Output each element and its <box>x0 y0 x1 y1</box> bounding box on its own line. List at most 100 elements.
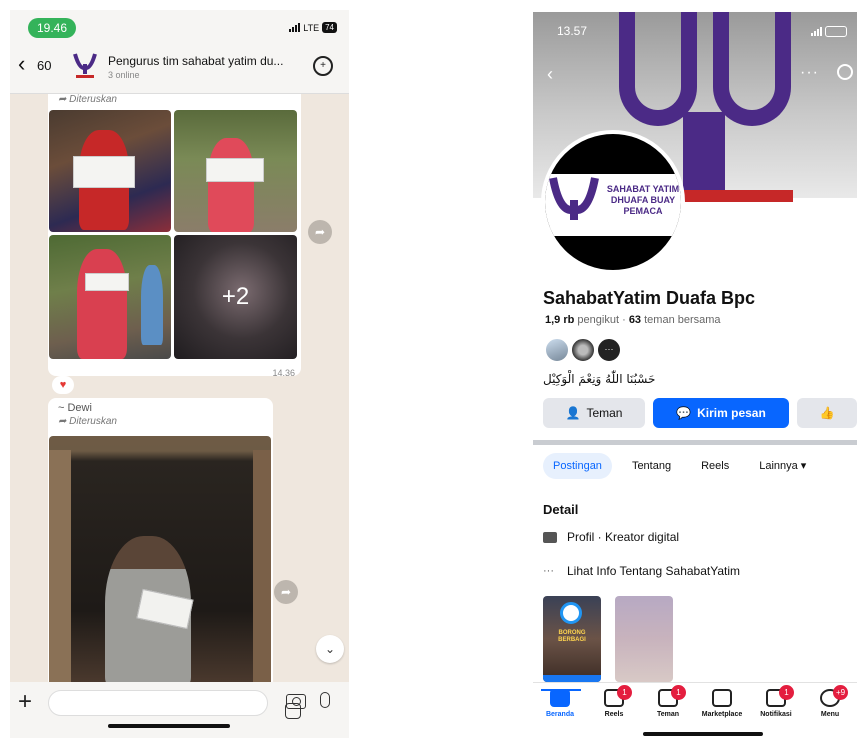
screenshot-canvas: 19.46 LTE 74 ‹ 60 Pengurus tim sahabat y… <box>0 0 857 740</box>
tab-posts[interactable]: Postingan <box>543 452 612 479</box>
profile-avatar[interactable]: SAHABAT YATIM DHUAFA BUAY PEMACA <box>541 130 685 274</box>
mutual-count: 63 <box>628 314 642 326</box>
tab-more[interactable]: Lainnya ▾ <box>749 452 816 479</box>
tab-about[interactable]: Tentang <box>622 453 681 479</box>
back-icon[interactable]: ‹ <box>547 64 553 85</box>
heart-reaction[interactable]: ♥ <box>52 376 74 394</box>
battery-icon: 74 <box>322 22 337 33</box>
back-unread-count[interactable]: 60 <box>37 58 51 73</box>
battery-icon <box>825 26 847 37</box>
status-time: 13.57 <box>557 24 588 38</box>
detail-info-text[interactable]: Lihat Info Tentang SahabatYatim <box>567 564 740 578</box>
notification-badge: 1 <box>779 685 794 700</box>
notification-badge: 1 <box>617 685 632 700</box>
chat-photo-2[interactable] <box>174 110 297 232</box>
group-subtitle: 3 online <box>108 70 140 80</box>
forward-icon[interactable]: ➦ <box>308 220 332 244</box>
followers-count: 1,9 rb <box>545 314 575 326</box>
more-options-icon[interactable]: ··· <box>800 64 819 82</box>
friend-button[interactable]: 👤 Teman <box>543 398 645 428</box>
home-indicator[interactable] <box>108 724 230 728</box>
message-bubble-photos[interactable]: ➦ Diteruskan +2 14.36 <box>48 94 301 378</box>
camera-icon[interactable] <box>286 694 306 709</box>
whatsapp-screen: 19.46 LTE 74 ‹ 60 Pengurus tim sahabat y… <box>10 10 349 738</box>
mutual-label: teman bersama <box>644 314 721 326</box>
friend-avatar[interactable] <box>545 338 569 362</box>
forwarded-label: ➦ Diteruskan <box>58 94 117 105</box>
group-title[interactable]: Pengurus tim sahabat yatim du... <box>108 54 296 68</box>
menu-avatar-icon: +9 <box>820 685 848 707</box>
microphone-icon[interactable] <box>320 692 330 708</box>
more-dots-icon: ··· <box>543 565 554 577</box>
thumbnail-logo <box>560 602 582 624</box>
nav-notifications-label: Notifikasi <box>760 711 792 718</box>
search-icon[interactable] <box>837 64 853 80</box>
nav-notifications[interactable]: 1 Notifikasi <box>749 685 803 718</box>
logo-shape <box>713 12 791 126</box>
followers-label: pengikut <box>577 314 620 326</box>
scroll-down-icon[interactable]: ⌄ <box>316 635 344 663</box>
chat-photo-3[interactable] <box>49 235 171 359</box>
profile-card-icon <box>543 531 557 543</box>
send-message-button[interactable]: 💬 Kirim pesan <box>653 398 789 428</box>
avatar-text: SAHABAT YATIM DHUAFA BUAY PEMACA <box>606 184 680 216</box>
profile-tabs: Postingan Tentang Reels Lainnya ▾ <box>543 452 816 479</box>
friend-button-label: Teman <box>586 406 623 420</box>
status-indicators <box>811 26 847 37</box>
envelope <box>206 158 264 182</box>
sender-name[interactable]: ~ Dewi <box>58 402 92 414</box>
chat-photo-4[interactable]: +2 <box>174 235 297 359</box>
page-name: SahabatYatim Duafa Bpc <box>543 288 756 308</box>
more-friends-icon[interactable]: ··· <box>597 338 621 362</box>
marketplace-icon <box>712 689 732 707</box>
nav-friends[interactable]: 1 Teman <box>641 685 695 718</box>
notification-badge: 1 <box>671 685 686 700</box>
home-indicator[interactable] <box>643 732 763 736</box>
nav-marketplace[interactable]: Marketplace <box>695 689 749 718</box>
forward-icon[interactable]: ➦ <box>274 580 298 604</box>
detail-info-row[interactable]: ··· Lihat Info Tentang SahabatYatim <box>543 564 740 578</box>
page-stats[interactable]: 1,9 rb pengikut · 63 teman bersama <box>545 314 721 326</box>
nav-reels[interactable]: 1 Reels <box>587 685 641 718</box>
mutual-friend-avatars[interactable]: ··· <box>545 338 621 362</box>
signal-icon <box>289 23 301 32</box>
forwarded-label: ➦ Diteruskan <box>58 416 117 427</box>
nav-home[interactable]: Beranda <box>533 689 587 718</box>
friend-avatar[interactable] <box>571 338 595 362</box>
nav-home-label: Beranda <box>545 711 574 718</box>
home-icon <box>550 689 570 707</box>
group-avatar[interactable] <box>72 52 98 80</box>
attach-plus-icon[interactable]: + <box>18 690 32 714</box>
status-indicators: LTE 74 <box>289 22 337 33</box>
signal-icon <box>811 27 822 36</box>
avatar-logo <box>549 177 599 220</box>
child-figure <box>208 138 254 232</box>
chat-header: ‹ 60 Pengurus tim sahabat yatim du... 3 … <box>10 38 349 94</box>
logo-shape <box>683 112 725 192</box>
thumbnail-caption: BORONG BERBAGI <box>558 630 586 643</box>
nav-menu[interactable]: +9 Menu <box>803 685 857 718</box>
friends-icon: 1 <box>658 685 686 707</box>
photo-thumbnail-2[interactable] <box>615 596 673 682</box>
more-photos-count[interactable]: +2 <box>174 235 297 359</box>
detail-profile-text: Profil · Kreator digital <box>567 530 680 544</box>
child-figure <box>141 265 163 345</box>
chat-photo-1[interactable] <box>49 110 171 232</box>
like-button[interactable]: 👍 <box>797 398 857 428</box>
child-figure <box>77 249 127 359</box>
photo-thumbnail-1[interactable]: BORONG BERBAGI <box>543 596 601 682</box>
message-input[interactable] <box>48 690 301 719</box>
status-bar: 19.46 LTE 74 <box>10 10 349 38</box>
nav-friends-label: Teman <box>656 711 680 718</box>
back-icon[interactable]: ‹ <box>18 53 25 75</box>
nav-menu-label: Menu <box>820 711 840 718</box>
chat-photo-5[interactable] <box>49 436 271 686</box>
notification-badge: +9 <box>833 685 848 700</box>
message-bubble-photo[interactable]: ~ Dewi ➦ Diteruskan <box>48 398 273 688</box>
status-time: 19.46 <box>28 18 76 38</box>
network-label: LTE <box>303 22 320 33</box>
tab-reels[interactable]: Reels <box>691 453 739 479</box>
message-time: 14.36 <box>272 368 295 378</box>
voice-call-icon[interactable]: + <box>313 56 333 76</box>
detail-heading: Detail <box>543 502 579 517</box>
